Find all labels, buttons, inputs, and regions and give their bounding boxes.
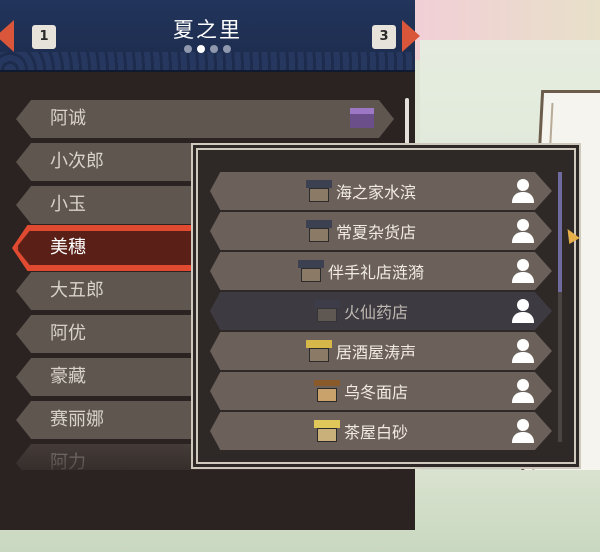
shop-name: 乌冬面店: [343, 383, 408, 402]
panel-header: 1 夏之里 3: [0, 0, 420, 72]
shop-item[interactable]: 乌冬面店: [210, 372, 552, 410]
person-icon: [512, 219, 534, 243]
person-icon: [512, 379, 534, 403]
shop-name: 居酒屋涛声: [335, 343, 416, 362]
page-title: 夏之里: [173, 18, 242, 42]
person-icon: [512, 299, 534, 323]
shop-name: 茶屋白砂: [343, 423, 408, 442]
character-name: 小次郎: [50, 151, 104, 172]
shop-name: 伴手礼店涟漪: [327, 263, 424, 282]
shop-name: 火仙药店: [343, 303, 408, 322]
header-wave-pattern: [0, 52, 415, 70]
character-name: 阿优: [50, 323, 86, 344]
person-icon: [512, 419, 534, 443]
cart-icon: [313, 380, 340, 402]
shop-name: 海之家水滨: [335, 183, 416, 202]
shop-item[interactable]: 海之家水滨: [210, 172, 552, 210]
tea-house-icon: [313, 420, 340, 442]
shop-item[interactable]: 茶屋白砂: [210, 412, 552, 450]
person-icon: [512, 339, 534, 363]
character-name: 大五郎: [50, 280, 104, 301]
page-dot[interactable]: [223, 45, 231, 53]
page-indicator: [0, 45, 415, 53]
shop-list-popup: 海之家水滨 常夏杂货店 伴手礼店涟漪 火仙药店 居酒屋涛声 乌冬面店 茶屋白砂: [196, 148, 576, 464]
next-page-button[interactable]: 3: [372, 25, 396, 49]
house-icon: [305, 220, 332, 242]
character-name: 小玉: [50, 194, 86, 215]
page-dot[interactable]: [184, 45, 192, 53]
page-dot[interactable]: [210, 45, 218, 53]
thatched-house-icon: [305, 340, 332, 362]
shop-item[interactable]: 常夏杂货店: [210, 212, 552, 250]
shop-badge-icon: [350, 108, 374, 128]
shop-item[interactable]: 伴手礼店涟漪: [210, 252, 552, 290]
page-dot-active[interactable]: [197, 45, 205, 53]
character-name: 赛丽娜: [50, 409, 104, 430]
character-item[interactable]: 阿诚: [16, 100, 394, 138]
house-icon: [313, 300, 340, 322]
character-name: 豪藏: [50, 366, 86, 387]
character-name: 美穗: [50, 237, 86, 258]
person-icon: [512, 259, 534, 283]
person-icon: [512, 179, 534, 203]
house-icon: [297, 260, 324, 282]
shop-name: 常夏杂货店: [335, 223, 416, 242]
next-page-arrow-icon[interactable]: [402, 20, 420, 52]
shop-item[interactable]: 居酒屋涛声: [210, 332, 552, 370]
character-name: 阿诚: [50, 108, 86, 129]
house-icon: [305, 180, 332, 202]
shop-item-dimmed[interactable]: 火仙药店: [210, 292, 552, 330]
